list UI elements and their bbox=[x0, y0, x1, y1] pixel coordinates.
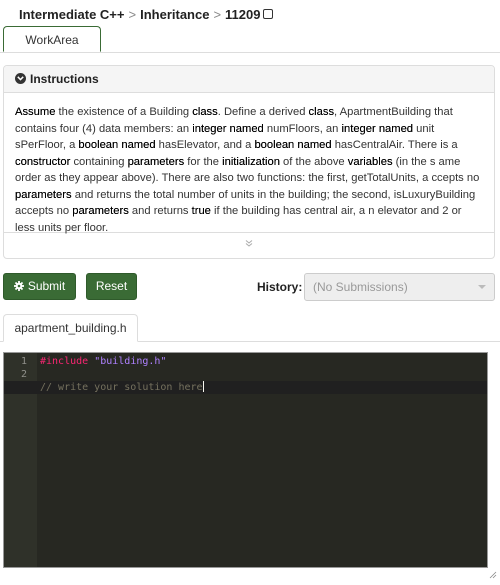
keyword-term: parameters bbox=[15, 188, 72, 201]
instruction-text: the existence of a Building bbox=[55, 106, 193, 118]
instruction-text: for the bbox=[184, 155, 223, 168]
instructions-panel: Instructions Assume the existence of a B… bbox=[3, 65, 495, 259]
instructions-text: Assume the existence of a Building class… bbox=[4, 93, 494, 234]
keyword-term: initialization bbox=[222, 155, 280, 168]
code-line[interactable]: #include "building.h" bbox=[4, 355, 487, 368]
history-label: History: bbox=[257, 280, 303, 294]
breadcrumb-separator: > bbox=[213, 7, 222, 22]
breadcrumb-exercise-id: 11209 bbox=[225, 7, 261, 22]
code-token: // write your solution here bbox=[40, 382, 203, 393]
reset-button[interactable]: Reset bbox=[86, 273, 137, 300]
keyword-term: boolean named bbox=[254, 139, 332, 151]
breadcrumb-chapter[interactable]: Inheritance bbox=[140, 7, 209, 22]
code-line[interactable] bbox=[4, 368, 487, 381]
instructions-title: Instructions bbox=[30, 72, 99, 86]
code-editor[interactable]: 123 #include "building.h"// write your s… bbox=[3, 352, 488, 568]
history-select[interactable]: (No Submissions) bbox=[304, 273, 495, 301]
keyword-term: parameters bbox=[127, 155, 185, 168]
text-cursor bbox=[202, 381, 204, 392]
keyword-term: boolean named bbox=[78, 139, 156, 151]
keyword-term: integer named bbox=[192, 122, 264, 135]
keyword-term: integer named bbox=[341, 122, 414, 135]
keyword-term: class bbox=[192, 106, 218, 118]
main-tabbar: WorkArea bbox=[0, 26, 500, 53]
submit-button[interactable]: Submit bbox=[3, 273, 76, 300]
breadcrumb-course[interactable]: Intermediate C++ bbox=[19, 7, 125, 22]
double-chevron-down-icon bbox=[245, 240, 253, 247]
keyword-term: true bbox=[191, 205, 211, 217]
code-text: // write your solution here bbox=[40, 381, 204, 394]
keyword-term: parameters bbox=[72, 205, 129, 217]
breadcrumb-separator: > bbox=[128, 7, 137, 22]
tab-workarea[interactable]: WorkArea bbox=[3, 26, 101, 52]
code-token: #include bbox=[40, 356, 89, 367]
file-tab[interactable]: apartment_building.h bbox=[3, 314, 138, 342]
checkbox-icon[interactable] bbox=[263, 9, 274, 19]
keyword-term: variables bbox=[347, 155, 393, 168]
instruction-text: numFloors, an bbox=[263, 122, 342, 135]
breadcrumb: Intermediate C++ > Inheritance >11209 bbox=[19, 7, 274, 22]
instruction-text: . Define a derived bbox=[217, 106, 309, 118]
submit-label: Submit bbox=[27, 279, 66, 293]
instruction-text: hasCentralAir. There is a bbox=[331, 139, 458, 151]
expand-instructions-button[interactable] bbox=[4, 233, 494, 255]
instruction-text: hasElevator, and a bbox=[155, 139, 255, 151]
keyword-term: Assume bbox=[15, 106, 56, 118]
code-line[interactable]: // write your solution here bbox=[4, 381, 487, 394]
instruction-text: and returns bbox=[128, 205, 192, 217]
history-selected-value: (No Submissions) bbox=[313, 280, 408, 294]
gear-icon bbox=[13, 281, 24, 291]
dropdown-caret-icon bbox=[478, 285, 486, 289]
keyword-term: constructor bbox=[15, 155, 71, 168]
file-tabbar: apartment_building.h bbox=[0, 314, 500, 342]
instruction-text: containing bbox=[70, 155, 128, 168]
code-token: "building.h" bbox=[94, 356, 167, 367]
instruction-text: of the above bbox=[279, 155, 348, 168]
instructions-header[interactable]: Instructions bbox=[4, 66, 494, 93]
keyword-term: class bbox=[308, 106, 335, 118]
code-text: #include "building.h" bbox=[40, 355, 166, 368]
resize-handle-icon[interactable] bbox=[489, 571, 497, 579]
chevron-circle-down-icon bbox=[15, 73, 26, 84]
